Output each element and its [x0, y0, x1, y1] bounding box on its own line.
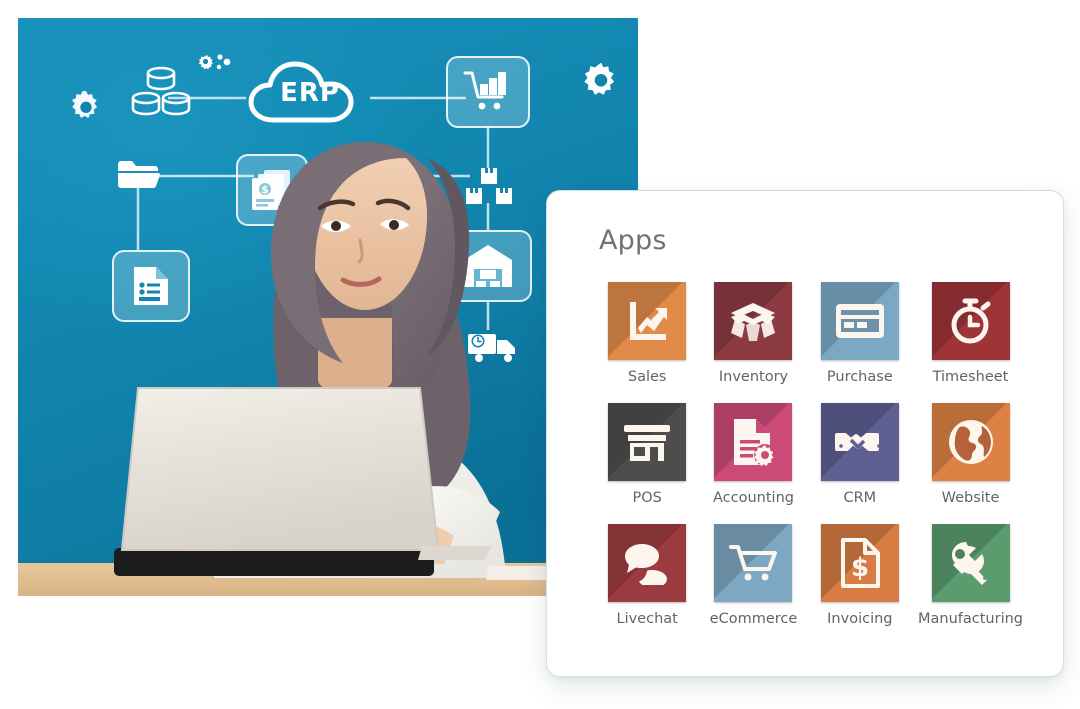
app-label: Accounting	[713, 490, 794, 506]
app-item-crm[interactable]: CRM	[812, 403, 908, 506]
svg-text:$: $	[851, 553, 869, 583]
app-tile[interactable]	[714, 282, 793, 360]
app-item-pos[interactable]: POS	[599, 403, 695, 506]
person-photo	[18, 142, 638, 596]
app-item-website[interactable]: Website	[918, 403, 1023, 506]
app-item-manufacturing[interactable]: Manufacturing	[918, 524, 1023, 627]
app-label: eCommerce	[709, 611, 798, 627]
apps-panel: Apps Sales Inventory Purchase Timesheet …	[546, 190, 1064, 677]
wrench-icon	[932, 524, 1010, 602]
app-label: Manufacturing	[918, 611, 1023, 627]
shopping-cart-icon	[714, 524, 792, 602]
page-title: Apps	[599, 225, 667, 256]
credit-card-icon	[821, 282, 899, 360]
speech-bubbles-icon	[608, 524, 686, 602]
app-item-timesheet[interactable]: Timesheet	[918, 282, 1023, 385]
app-item-livechat[interactable]: Livechat	[599, 524, 695, 627]
storefront-icon	[608, 403, 686, 481]
app-tile[interactable]	[931, 403, 1010, 481]
document-gear-icon	[714, 403, 792, 481]
app-item-accounting[interactable]: Accounting	[705, 403, 801, 506]
app-item-sales[interactable]: Sales	[599, 282, 695, 385]
app-item-inventory[interactable]: Inventory	[705, 282, 801, 385]
app-tile[interactable]	[931, 282, 1010, 360]
apps-grid: Sales Inventory Purchase Timesheet POS A…	[599, 282, 1023, 627]
invoice-dollar-icon: $	[821, 524, 899, 602]
app-tile[interactable]	[820, 403, 899, 481]
app-tile[interactable]	[608, 524, 687, 602]
app-label: POS	[632, 490, 662, 506]
hero-image: ERP $	[18, 18, 638, 596]
page-root: ERP $ Apps Sales Inventory Purchase Time…	[0, 0, 1080, 709]
app-label: Sales	[627, 369, 667, 385]
app-item-ecommerce[interactable]: eCommerce	[705, 524, 801, 627]
globe-icon	[932, 403, 1010, 481]
open-box-icon	[714, 282, 792, 360]
app-label: Purchase	[826, 369, 893, 385]
app-label: Inventory	[718, 369, 789, 385]
app-tile[interactable]	[931, 524, 1010, 602]
handshake-icon	[821, 403, 899, 481]
app-tile[interactable]	[820, 282, 899, 360]
stopwatch-icon	[932, 282, 1010, 360]
app-label: CRM	[843, 490, 877, 506]
app-item-invoicing[interactable]: $ Invoicing	[812, 524, 908, 627]
app-label: Invoicing	[827, 611, 893, 627]
app-label: Livechat	[616, 611, 678, 627]
app-tile[interactable]: $	[820, 524, 899, 602]
app-label: Website	[941, 490, 1000, 506]
app-item-purchase[interactable]: Purchase	[812, 282, 908, 385]
app-tile[interactable]	[714, 403, 793, 481]
app-tile[interactable]	[714, 524, 793, 602]
app-tile[interactable]	[608, 282, 687, 360]
chart-arrow-up-icon	[608, 282, 686, 360]
app-label: Timesheet	[932, 369, 1009, 385]
app-tile[interactable]	[608, 403, 687, 481]
